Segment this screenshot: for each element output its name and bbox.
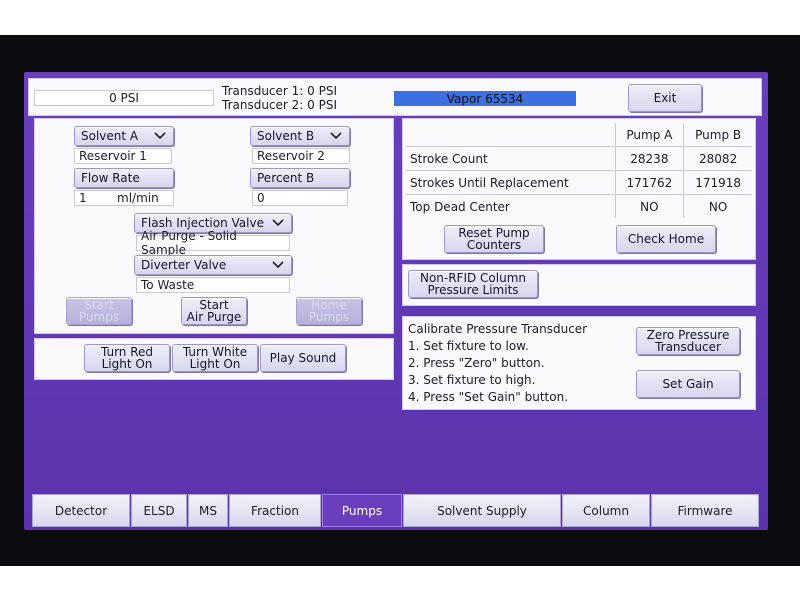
zero-pressure-line2: Transducer — [655, 340, 721, 354]
percent-b-label: Percent B — [257, 171, 315, 185]
transducer-2-readout: Transducer 2: 0 PSI — [222, 98, 337, 112]
tab-detector[interactable]: Detector — [32, 494, 130, 527]
pump-counters-table: Pump A Pump B Stroke Count 28238 28082 S… — [406, 123, 752, 218]
flow-rate-field[interactable]: 1 ml/min — [74, 190, 174, 206]
table-header-blank — [406, 123, 616, 147]
calibrate-step-3: 3. Set fixture to high. — [408, 373, 536, 387]
non-rfid-line2: Pressure Limits — [427, 283, 519, 297]
percent-b-field[interactable]: 0 — [252, 190, 348, 206]
solvent-a-dropdown[interactable]: Solvent A — [74, 126, 174, 146]
set-gain-button[interactable]: Set Gain — [636, 370, 740, 398]
flow-rate-value: 1 — [79, 191, 87, 205]
chevron-down-icon — [272, 261, 284, 269]
chevron-down-icon — [154, 132, 166, 140]
strokes-until-replacement-b: 171918 — [683, 170, 752, 195]
solvent-b-value: Reservoir 2 — [252, 148, 350, 164]
zero-pressure-transducer-button[interactable]: Zero Pressure Transducer — [636, 327, 740, 355]
play-sound-button[interactable]: Play Sound — [260, 344, 346, 372]
diverter-valve-label: Diverter Valve — [141, 258, 227, 272]
non-rfid-column-pressure-limits-button[interactable]: Non-RFID Column Pressure Limits — [408, 270, 538, 298]
turn-white-light-button[interactable]: Turn White Light On — [172, 344, 258, 372]
diverter-valve-dropdown[interactable]: Diverter Valve — [134, 255, 292, 275]
calibrate-step-4: 4. Press "Set Gain" button. — [408, 390, 569, 404]
top-dead-center-a: NO — [614, 194, 684, 218]
tab-column[interactable]: Column — [562, 494, 650, 527]
stroke-count-a: 28238 — [614, 146, 684, 171]
psi-readout: 0 PSI — [34, 90, 214, 106]
calibrate-step-2: 2. Press "Zero" button. — [408, 356, 545, 370]
start-pumps-button[interactable]: Start Pumps — [66, 297, 132, 325]
reset-pump-counters-button[interactable]: Reset Pump Counters — [444, 225, 544, 253]
tab-fraction[interactable]: Fraction — [229, 494, 321, 527]
pump-b-header: Pump B — [683, 123, 752, 147]
flash-injection-valve-label: Flash Injection Valve — [141, 216, 264, 230]
calibrate-step-1: 1. Set fixture to low. — [408, 339, 529, 353]
check-home-button[interactable]: Check Home — [616, 225, 716, 253]
stroke-count-b: 28082 — [683, 146, 752, 171]
start-air-purge-line2: Air Purge — [186, 310, 242, 324]
tab-ms[interactable]: MS — [188, 494, 228, 527]
top-dead-center-label: Top Dead Center — [410, 199, 510, 214]
flow-rate-label: Flow Rate — [81, 171, 140, 185]
reset-pump-counters-line2: Counters — [466, 238, 522, 252]
tab-pumps[interactable]: Pumps — [322, 494, 402, 527]
flow-rate-unit: ml/min — [117, 191, 159, 205]
table-row: Strokes Until Replacement 171762 171918 — [406, 170, 752, 195]
start-pumps-line2: Pumps — [78, 310, 120, 324]
table-header-row: Pump A Pump B — [406, 123, 752, 147]
flash-injection-valve-value: Air Purge - Solid Sample — [136, 229, 290, 257]
diverter-valve-value: To Waste — [136, 277, 290, 293]
home-pumps-line2: Pumps — [308, 310, 350, 324]
solvent-b-dropdown[interactable]: Solvent B — [250, 126, 350, 146]
tab-solvent-supply[interactable]: Solvent Supply — [403, 494, 561, 527]
chevron-down-icon — [330, 132, 342, 140]
solvent-b-label: Solvent B — [257, 129, 315, 143]
turn-white-line2: Light On — [189, 357, 241, 371]
device-name-bar: Vapor 65534 — [394, 91, 576, 106]
solvent-a-label: Solvent A — [81, 129, 139, 143]
table-row: Top Dead Center NO NO — [406, 194, 752, 218]
flow-rate-button[interactable]: Flow Rate — [74, 168, 174, 188]
pump-a-header: Pump A — [614, 123, 684, 147]
chevron-down-icon — [272, 219, 284, 227]
top-dead-center-b: NO — [683, 194, 752, 218]
stroke-count-label: Stroke Count — [406, 146, 616, 171]
transducer-1-readout: Transducer 1: 0 PSI — [222, 84, 337, 98]
tab-elsd[interactable]: ELSD — [131, 494, 187, 527]
calibrate-title: Calibrate Pressure Transducer — [408, 322, 588, 336]
strokes-until-replacement-label: Strokes Until Replacement — [406, 170, 616, 195]
tab-firmware[interactable]: Firmware — [651, 494, 759, 527]
table-row: Stroke Count 28238 28082 — [406, 146, 752, 171]
home-pumps-button[interactable]: Home Pumps — [296, 297, 362, 325]
solvent-a-value: Reservoir 1 — [74, 148, 172, 164]
exit-button[interactable]: Exit — [628, 84, 702, 112]
turn-red-line2: Light On — [101, 357, 153, 371]
start-air-purge-button[interactable]: Start Air Purge — [181, 297, 247, 325]
percent-b-button[interactable]: Percent B — [250, 168, 350, 188]
turn-red-light-button[interactable]: Turn Red Light On — [84, 344, 170, 372]
strokes-until-replacement-a: 171762 — [614, 170, 684, 195]
